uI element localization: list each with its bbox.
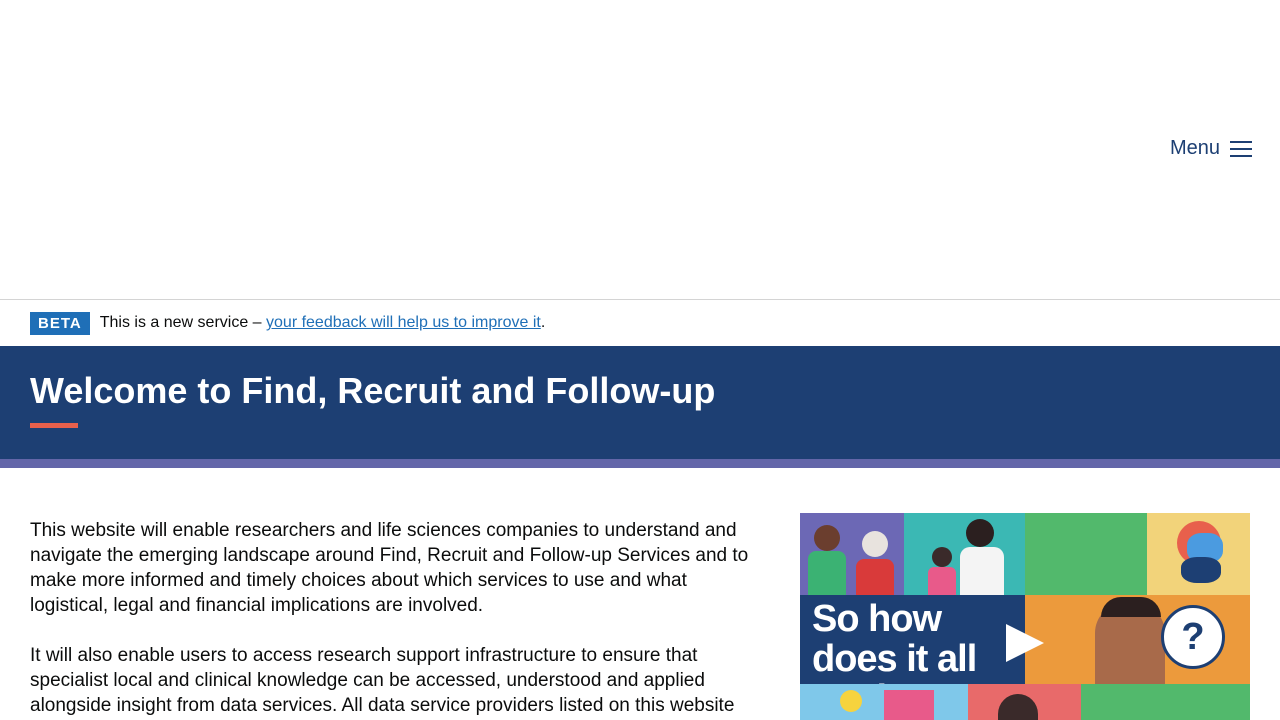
menu-label: Menu [1169, 137, 1220, 159]
page-title: Welcome to Find, Recruit and Follow-up [30, 370, 716, 411]
illustration-tile-doctor [904, 513, 1025, 595]
main-content: This website will enable researchers and… [30, 518, 760, 720]
beta-text: This is a new service – [99, 314, 267, 331]
intro-paragraph: This website will enable researchers and… [30, 520, 749, 616]
feedback-link[interactable]: your feedback will help us to improve it [266, 314, 541, 332]
hamburger-icon [1230, 140, 1252, 157]
illustration-tile-people [800, 513, 904, 595]
site-header: Menu [0, 0, 1280, 300]
beta-banner: BETA This is a new service – your feedba… [0, 300, 1280, 346]
illustration-tile-data [1147, 513, 1250, 595]
illustration-tile-green-bottom [1081, 684, 1250, 720]
play-icon[interactable] [1006, 624, 1044, 662]
title-accent-bar [30, 423, 78, 428]
video-thumbnail[interactable]: So how does it all work? ? [800, 513, 1250, 720]
illustration-tile-thinking: ? [1025, 595, 1250, 684]
beta-tag: BETA [30, 311, 90, 335]
hero-banner: Welcome to Find, Recruit and Follow-up [0, 346, 1280, 459]
question-mark: ? [1181, 615, 1205, 658]
illustration-tile-green [1025, 513, 1147, 595]
question-bubble: ? [1161, 605, 1225, 669]
menu-button[interactable]: Menu [1170, 137, 1252, 160]
beta-text-end: . [540, 314, 546, 331]
video-title-tile: So how does it all work? [800, 595, 1025, 719]
infrastructure-paragraph: It will also enable users to access rese… [30, 645, 735, 716]
illustration-tile-phone [968, 684, 1081, 720]
illustration-tile-town [800, 684, 968, 720]
hero-stripe [0, 459, 1280, 468]
